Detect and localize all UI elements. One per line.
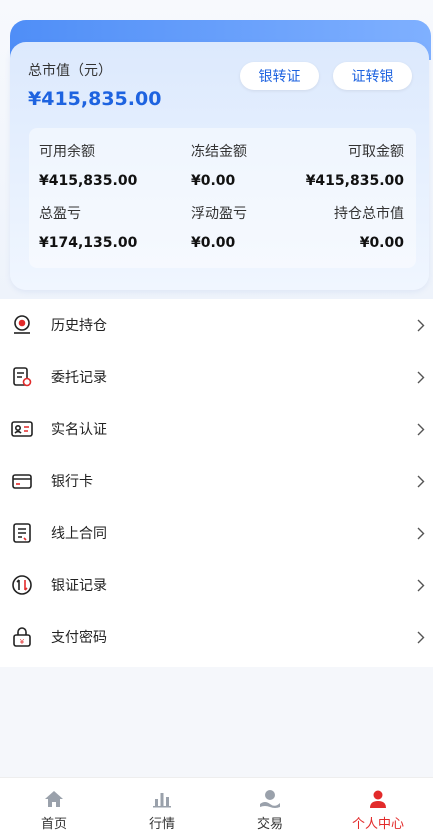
tab-home-label: 首页	[40, 817, 67, 832]
menu-label-online-contract: 线上合同	[51, 526, 107, 542]
bar-chart-icon	[151, 788, 173, 810]
bottom-tab-bar: 首页 行情 交易 个人中心	[0, 777, 433, 835]
menu-label-transfer-record: 银证记录	[51, 578, 107, 594]
securities-to-bank-button[interactable]: 证转银	[333, 62, 412, 90]
withdrawable-amount-label: 可取金额	[348, 144, 404, 160]
user-icon	[367, 788, 389, 810]
menu-label-real-name-auth: 实名认证	[51, 422, 107, 438]
home-icon	[43, 788, 65, 810]
menu-item-online-contract[interactable]: 线上合同	[0, 507, 433, 559]
bank-card-icon	[10, 469, 34, 493]
total-profit-loss-value: ¥174,135.00	[39, 235, 138, 251]
menu-item-bank-card[interactable]: 银行卡	[0, 455, 433, 507]
chevron-right-icon	[415, 370, 427, 384]
chevron-right-icon	[415, 318, 427, 332]
menu-item-payment-password[interactable]: ¥ 支付密码	[0, 611, 433, 663]
menu-label-payment-password: 支付密码	[51, 630, 107, 646]
menu-item-history-position[interactable]: 历史持仓	[0, 299, 433, 351]
tab-market[interactable]: 行情	[108, 778, 216, 835]
chevron-right-icon	[415, 578, 427, 592]
floating-profit-loss-label: 浮动盈亏	[191, 206, 247, 222]
tab-home[interactable]: 首页	[0, 778, 108, 835]
chevron-right-icon	[415, 474, 427, 488]
tab-profile-label: 个人中心	[351, 817, 404, 832]
withdrawable-amount-value: ¥415,835.00	[305, 173, 404, 189]
menu-label-bank-card: 银行卡	[51, 474, 93, 490]
tab-market-label: 行情	[148, 817, 175, 832]
account-stats-panel: 可用余额 ¥415,835.00 冻结金额 ¥0.00 可取金额 ¥415,83…	[29, 128, 416, 268]
total-market-value-label: 总市值（元）	[28, 63, 112, 79]
chevron-right-icon	[415, 422, 427, 436]
contract-icon	[10, 521, 34, 545]
position-market-value-label: 持仓总市值	[334, 206, 404, 222]
transfer-record-icon	[10, 573, 34, 597]
menu-item-transfer-record[interactable]: 银证记录	[0, 559, 433, 611]
account-card: 总市值（元） ¥415,835.00 银转证 证转银 可用余额 ¥415,835…	[10, 42, 429, 290]
frozen-amount-label: 冻结金额	[191, 144, 247, 160]
history-position-icon	[10, 313, 34, 337]
frozen-amount-value: ¥0.00	[191, 173, 236, 189]
profile-menu: 历史持仓 委托记录 实名认证 银行卡 线上合同 银证记录 ¥ 支付密码	[0, 299, 433, 667]
lock-icon: ¥	[10, 625, 34, 649]
chevron-right-icon	[415, 630, 427, 644]
total-profit-loss-label: 总盈亏	[39, 206, 81, 222]
total-market-value: ¥415,835.00	[28, 88, 162, 110]
id-card-icon	[10, 417, 34, 441]
menu-item-real-name-auth[interactable]: 实名认证	[0, 403, 433, 455]
tab-trade[interactable]: 交易	[216, 778, 324, 835]
bank-to-securities-button[interactable]: 银转证	[240, 62, 319, 90]
trade-icon	[259, 788, 281, 810]
order-record-icon	[10, 365, 34, 389]
menu-label-history-position: 历史持仓	[51, 318, 107, 334]
chevron-right-icon	[415, 526, 427, 540]
floating-profit-loss-value: ¥0.00	[191, 235, 236, 251]
available-balance-value: ¥415,835.00	[39, 173, 138, 189]
position-market-value-value: ¥0.00	[359, 235, 404, 251]
svg-text:¥: ¥	[20, 638, 25, 646]
menu-label-order-record: 委托记录	[51, 370, 107, 386]
tab-trade-label: 交易	[256, 817, 283, 832]
menu-item-order-record[interactable]: 委托记录	[0, 351, 433, 403]
tab-profile[interactable]: 个人中心	[324, 778, 432, 835]
available-balance-label: 可用余额	[39, 144, 95, 160]
